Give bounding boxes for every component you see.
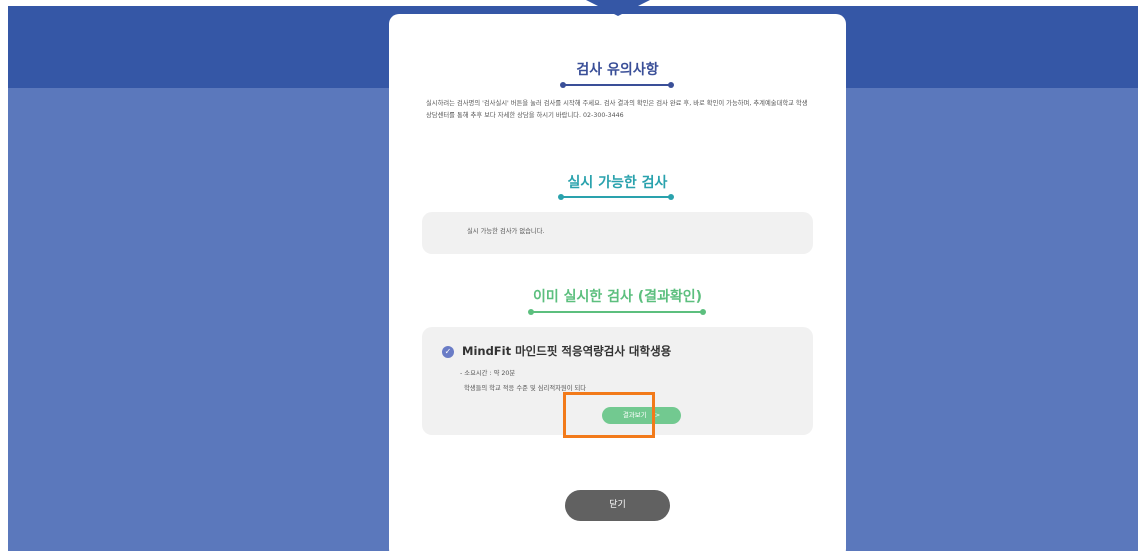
check-icon: ✓	[442, 346, 454, 358]
available-tests-box: 실시 가능한 검사가 없습니다.	[422, 212, 813, 254]
test-description: 학생들의 학교 적응 수준 및 심리적자원이 되다	[464, 385, 587, 392]
highlight-box	[563, 392, 655, 438]
no-available-tests-message: 실시 가능한 검사가 없습니다.	[467, 228, 545, 235]
test-modal: 검사 유의사항 실시하려는 검사명의 '검사실시' 버튼을 눌러 검사를 시작해…	[389, 14, 846, 559]
completed-title-underline	[528, 309, 706, 315]
notice-text: 실시하려는 검사명의 '검사실시' 버튼을 눌러 검사를 시작해 주세요. 검사…	[426, 100, 808, 119]
completed-tests-title: 이미 실시한 검사 (결과확인)	[532, 289, 703, 305]
notice-title: 검사 유의사항	[576, 62, 659, 78]
available-tests-title: 실시 가능한 검사	[567, 175, 668, 191]
test-duration: - 소요시간 : 약 20분	[460, 370, 516, 377]
chevron-right-icon: >	[654, 411, 661, 419]
modal-notch	[586, 0, 650, 16]
available-title-underline	[558, 194, 674, 200]
close-button[interactable]: 닫기	[565, 490, 670, 521]
notice-title-underline	[560, 82, 674, 88]
test-title: MindFit 마인드핏 적응역량검사 대학생용	[462, 344, 672, 358]
